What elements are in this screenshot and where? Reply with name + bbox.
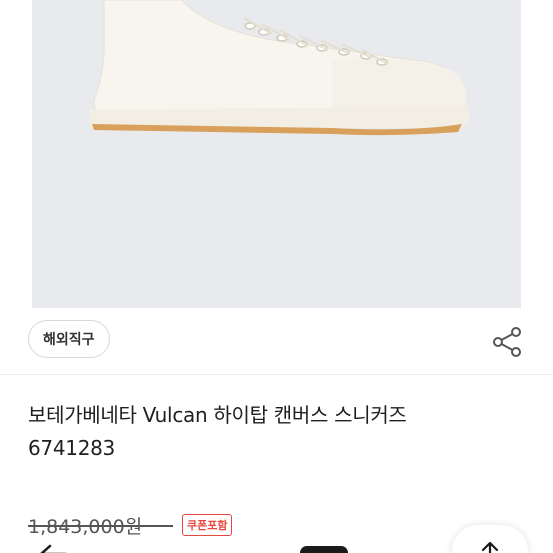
sale-price-partial (300, 546, 348, 553)
badge-row: 해외직구 (0, 308, 553, 374)
price-strikethrough (28, 525, 173, 527)
sneaker-illustration (90, 0, 470, 136)
product-title: 보테가베네타 Vulcan 하이탑 캔버스 스니커즈 6741283 (28, 399, 528, 465)
divider (0, 374, 553, 375)
share-icon (493, 327, 521, 357)
coupon-included-badge: 쿠폰포함 (182, 514, 233, 536)
arrow-left-icon[interactable] (38, 544, 68, 553)
product-image[interactable] (32, 0, 521, 308)
product-model-number: 6741283 (28, 436, 115, 460)
overseas-direct-badge: 해외직구 (28, 320, 110, 358)
share-button[interactable] (490, 324, 526, 360)
arrow-up-icon (481, 541, 499, 553)
scroll-top-button[interactable] (452, 525, 528, 553)
product-title-line: 보테가베네타 Vulcan 하이탑 캔버스 스니커즈 (28, 403, 407, 427)
